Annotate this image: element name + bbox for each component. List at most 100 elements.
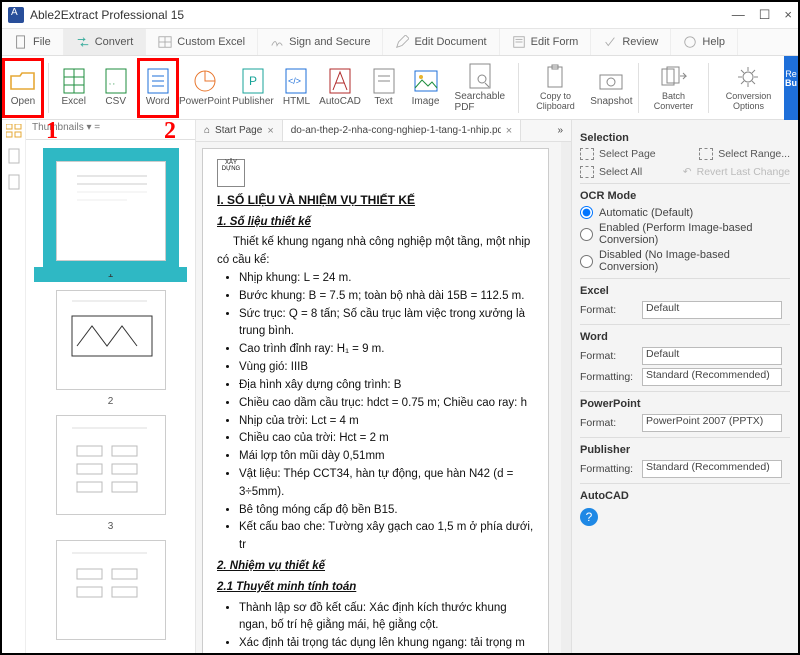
document-page: XÂY DỰNG I. SỐ LIỆU VÀ NHIỆM VỤ THIẾT KẾ… bbox=[202, 148, 549, 653]
help-button[interactable]: ? bbox=[580, 508, 598, 526]
batch-converter-button[interactable]: Batch Converter bbox=[643, 58, 704, 118]
doc-heading-1: 1. Số liệu thiết kế bbox=[217, 214, 534, 232]
image-button[interactable]: Image bbox=[405, 58, 447, 118]
publisher-formatting-select[interactable]: Standard (Recommended) bbox=[642, 460, 782, 478]
word-formatting-select[interactable]: Standard (Recommended) bbox=[642, 368, 782, 386]
select-all-button[interactable]: Select All bbox=[580, 166, 642, 178]
open-button[interactable]: Open bbox=[2, 58, 44, 118]
open-label: Open bbox=[11, 96, 35, 107]
close-button[interactable]: × bbox=[784, 7, 792, 23]
tab-doc-label: do-an-thep-2-nha-cong-nghiep-1-tang-1-nh… bbox=[291, 125, 501, 136]
csv-button[interactable]: , , CSV bbox=[95, 58, 137, 118]
list-item: Sức trục: Q = 8 tấn; Số cầu trục làm việ… bbox=[239, 306, 534, 342]
close-icon[interactable]: × bbox=[506, 125, 512, 137]
select-page-label: Select Page bbox=[599, 148, 656, 160]
document-viewport[interactable]: XÂY DỰNG I. SỐ LIỆU VÀ NHIỆM VỤ THIẾT KẾ… bbox=[196, 142, 561, 653]
thumbnail-page-3[interactable] bbox=[56, 415, 166, 515]
menu-convert-label: Convert bbox=[95, 36, 134, 48]
copy-label: Copy to Clipboard bbox=[530, 92, 580, 112]
section-word: Word bbox=[580, 331, 790, 343]
list-item: Bê tông móng cấp độ bền B15. bbox=[239, 502, 534, 520]
ocr-auto-option[interactable]: Automatic (Default) bbox=[580, 206, 790, 219]
html-button[interactable]: </> HTML bbox=[275, 58, 317, 118]
image-label: Image bbox=[412, 96, 440, 107]
ppt-format-select[interactable]: PowerPoint 2007 (PPTX) bbox=[642, 414, 782, 432]
grid-icon bbox=[158, 35, 172, 49]
publisher-icon: P bbox=[240, 68, 266, 94]
help-icon bbox=[683, 35, 697, 49]
undo-icon: ↶ bbox=[683, 166, 692, 178]
menu-convert[interactable]: Convert bbox=[64, 29, 147, 55]
menu-sign[interactable]: Sign and Secure bbox=[258, 29, 383, 55]
tab-start-page[interactable]: ⌂ Start Page × bbox=[196, 120, 283, 141]
close-icon[interactable]: × bbox=[267, 125, 273, 137]
thumb-label-1: 1 bbox=[34, 267, 187, 282]
word-button[interactable]: Word bbox=[137, 58, 179, 118]
attachments-icon[interactable] bbox=[7, 174, 21, 190]
doc-heading-main: I. SỐ LIỆU VÀ NHIỆM VỤ THIẾT KẾ bbox=[217, 191, 534, 210]
select-range-label: Select Range... bbox=[718, 148, 790, 160]
radio-ocr-disabled[interactable] bbox=[580, 255, 593, 268]
section-ocr: OCR Mode bbox=[580, 190, 790, 202]
label-format: Format: bbox=[580, 417, 636, 429]
excel-button[interactable]: Excel bbox=[53, 58, 95, 118]
thumb-label-3: 3 bbox=[34, 521, 187, 532]
select-page-button[interactable]: Select Page bbox=[580, 148, 656, 160]
word-format-select[interactable]: Default bbox=[642, 347, 782, 365]
radio-ocr-enabled[interactable] bbox=[580, 228, 593, 241]
html-icon: </> bbox=[283, 68, 309, 94]
menu-help-label: Help bbox=[702, 36, 725, 48]
excel-format-select[interactable]: Default bbox=[642, 301, 782, 319]
excel-icon bbox=[61, 68, 87, 94]
doc-heading-2: 2. Nhiệm vụ thiết kế bbox=[217, 558, 534, 576]
publisher-button[interactable]: P Publisher bbox=[230, 58, 275, 118]
menu-edit-form-label: Edit Form bbox=[531, 36, 579, 48]
menu-help[interactable]: Help bbox=[671, 29, 738, 55]
menu-custom-excel-label: Custom Excel bbox=[177, 36, 245, 48]
thumbnail-page-2[interactable] bbox=[56, 290, 166, 390]
thumbnail-page-4[interactable] bbox=[56, 540, 166, 640]
menu-review[interactable]: Review bbox=[591, 29, 671, 55]
tabs-overflow[interactable]: » bbox=[549, 120, 571, 141]
list-item: Bước khung: B = 7.5 m; toàn bộ nhà dài 1… bbox=[239, 288, 534, 306]
radio-ocr-auto[interactable] bbox=[580, 206, 593, 219]
promo-corner[interactable]: Re Bu bbox=[784, 56, 798, 120]
minimize-button[interactable]: — bbox=[732, 7, 745, 23]
list-item: Cao trình đỉnh ray: H₁ = 9 m. bbox=[239, 341, 534, 359]
tab-document[interactable]: do-an-thep-2-nha-cong-nghiep-1-tang-1-nh… bbox=[283, 120, 521, 141]
text-button[interactable]: Text bbox=[363, 58, 405, 118]
doc-heading-21: 2.1 Thuyết minh tính toán bbox=[217, 579, 534, 597]
copy-clipboard-button[interactable]: Copy to Clipboard bbox=[522, 58, 588, 118]
list-item: Vật liệu: Thép CCT34, hàn tự động, que h… bbox=[239, 466, 534, 502]
maximize-button[interactable]: ☐ bbox=[759, 7, 771, 23]
form-icon bbox=[512, 35, 526, 49]
autocad-button[interactable]: AutoCAD bbox=[317, 58, 362, 118]
window-title: Able2Extract Professional 15 bbox=[30, 8, 184, 22]
doc-bullet-list-2: Thành lập sơ đồ kết cấu: Xác định kích t… bbox=[239, 600, 534, 653]
conversion-options-button[interactable]: Conversion Options bbox=[713, 58, 784, 118]
word-icon bbox=[145, 68, 171, 94]
menu-edit-doc[interactable]: Edit Document bbox=[383, 29, 499, 55]
select-range-button[interactable]: Select Range... bbox=[699, 148, 790, 160]
convopt-label: Conversion Options bbox=[721, 92, 776, 112]
thumbnails-scroll[interactable]: 1 2 3 bbox=[26, 140, 195, 653]
snapshot-button[interactable]: Snapshot bbox=[589, 58, 634, 118]
ocr-enabled-option[interactable]: Enabled (Perform Image-based Conversion) bbox=[580, 222, 790, 246]
title-bar: Able2Extract Professional 15 — ☐ × bbox=[2, 2, 798, 28]
scrollbar[interactable] bbox=[561, 142, 571, 653]
menu-review-label: Review bbox=[622, 36, 658, 48]
csv-label: CSV bbox=[105, 96, 126, 107]
batch-label: Batch Converter bbox=[651, 92, 696, 112]
revert-button[interactable]: ↶Revert Last Change bbox=[683, 166, 790, 178]
html-label: HTML bbox=[283, 96, 310, 107]
menu-file[interactable]: File bbox=[2, 29, 64, 55]
menu-file-label: File bbox=[33, 36, 51, 48]
thumbnails-view-icon[interactable] bbox=[6, 124, 22, 138]
thumbnail-page-1[interactable] bbox=[56, 161, 166, 261]
searchable-pdf-button[interactable]: Searchable PDF bbox=[447, 58, 514, 118]
menu-custom-excel[interactable]: Custom Excel bbox=[146, 29, 258, 55]
menu-edit-form[interactable]: Edit Form bbox=[500, 29, 592, 55]
bookmarks-icon[interactable] bbox=[7, 148, 21, 164]
ocr-disabled-option[interactable]: Disabled (No Image-based Conversion) bbox=[580, 249, 790, 273]
powerpoint-button[interactable]: PowerPoint bbox=[179, 58, 231, 118]
